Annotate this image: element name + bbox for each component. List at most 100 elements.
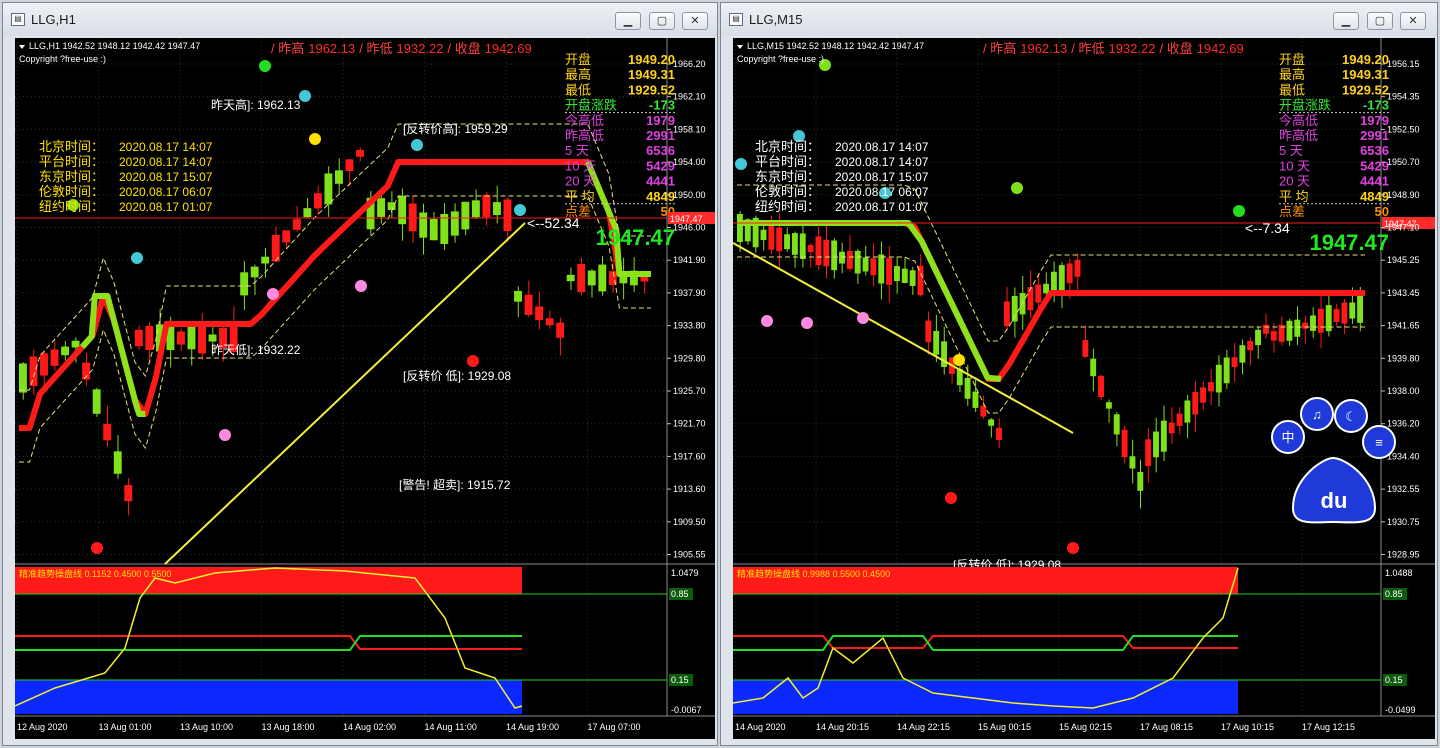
stat-label: 今高低 xyxy=(565,113,604,128)
signal-dot xyxy=(91,542,103,554)
time-value: 2020.08.17 06:07 xyxy=(835,185,929,199)
chart-canvas[interactable]: LLG,H1 1942.52 1948.12 1942.42 1947.47 Co… xyxy=(15,38,715,739)
chart-window-m15[interactable]: ▤ LLG,M15 ▁ ▢ ✕ LLG,M15 1942.52 1948.12 … xyxy=(720,2,1438,746)
paw-glyph: ☾ xyxy=(1345,409,1357,424)
candle-body xyxy=(482,194,491,218)
stat-label: 平 均 xyxy=(565,189,595,204)
candle-body xyxy=(450,211,459,236)
signal-dot xyxy=(514,204,526,216)
minimize-button[interactable]: ▁ xyxy=(615,12,641,30)
signal-dot xyxy=(411,139,423,151)
candle-body xyxy=(737,214,743,242)
candle-body xyxy=(40,353,48,376)
stat-value: 4441 xyxy=(1360,174,1389,189)
candle-body xyxy=(776,227,783,252)
stat-label: 最高 xyxy=(1279,67,1305,82)
candle-body xyxy=(972,391,979,408)
candle-body xyxy=(134,329,143,347)
candle-body xyxy=(862,257,869,272)
signal-dot xyxy=(131,252,143,264)
title-bar[interactable]: ▤ LLG,M15 ▁ ▢ ✕ xyxy=(721,3,1437,36)
candle-body xyxy=(886,257,893,285)
y-tick-label: 1925.70 xyxy=(673,386,706,396)
candle-body xyxy=(878,254,885,284)
signal-dot xyxy=(735,158,747,170)
x-tick-label: 14 Aug 02:00 xyxy=(343,722,396,732)
maximize-button[interactable]: ▢ xyxy=(1367,12,1393,30)
indicator-signal-red xyxy=(15,635,522,650)
signal-dot xyxy=(467,355,479,367)
candle-body xyxy=(791,233,798,255)
stat-label: 开盘 xyxy=(565,52,591,67)
stat-label: 5 天 xyxy=(1279,143,1303,158)
candle-body xyxy=(1153,431,1159,458)
dropdown-arrow-icon xyxy=(737,45,743,49)
candle-body xyxy=(313,193,322,209)
time-label: 平台时间： xyxy=(755,154,820,169)
window-title: LLG,M15 xyxy=(749,12,803,27)
candle-body xyxy=(261,256,270,264)
candle-body xyxy=(1247,341,1254,351)
chart-canvas[interactable]: LLG,M15 1942.52 1948.12 1942.42 1947.47 C… xyxy=(733,38,1435,739)
candle-body xyxy=(823,239,830,267)
candle-body xyxy=(988,419,995,426)
stat-value: 1949.20 xyxy=(1342,52,1389,67)
candle-body xyxy=(335,170,343,184)
candle-body xyxy=(1349,302,1356,319)
stat-value: 2991 xyxy=(1360,128,1389,143)
time-value: 2020.08.17 01:07 xyxy=(835,200,929,214)
candle-body xyxy=(815,236,822,266)
candle-body xyxy=(933,330,940,355)
ind-tick-label: 1.0479 xyxy=(671,568,699,578)
stat-value: 2991 xyxy=(646,128,675,143)
chart-svg[interactable]: LLG,H1 1942.52 1948.12 1942.42 1947.47 Co… xyxy=(15,38,715,739)
price-diff: <--7.34 xyxy=(1245,220,1290,236)
signal-dot xyxy=(857,312,869,324)
previous-day-prev-high_label: / 昨高 xyxy=(983,41,1016,56)
y-tick-label: 1929.80 xyxy=(673,353,706,363)
y-tick-label: 1962.10 xyxy=(673,92,706,102)
candle-body xyxy=(61,346,70,356)
time-value: 2020.08.17 14:07 xyxy=(119,155,213,169)
minimize-button[interactable]: ▁ xyxy=(1333,12,1359,30)
y-tick-label: 1943.45 xyxy=(1387,288,1420,298)
candle-body xyxy=(1058,265,1065,292)
close-button[interactable]: ✕ xyxy=(1400,12,1426,30)
x-tick-label: 17 Aug 07:00 xyxy=(588,722,641,732)
candle-body xyxy=(870,258,877,276)
time-label: 伦敦时间： xyxy=(755,184,820,199)
candle-body xyxy=(1255,329,1261,346)
previous-day-info: / 昨高 1962.13 / 昨低 1932.22 / 收盘 1942.69 xyxy=(983,41,1244,56)
x-tick-label: 15 Aug 02:15 xyxy=(1059,722,1112,732)
signal-dot xyxy=(259,60,271,72)
y-tick-label: 1948.90 xyxy=(1387,190,1420,200)
time-label: 北京时间： xyxy=(39,139,104,154)
candle-body xyxy=(398,195,407,225)
candle-body xyxy=(187,326,196,350)
candle-body xyxy=(103,423,112,441)
signal-dot xyxy=(267,288,279,300)
y-tick-label: 1930.75 xyxy=(1387,517,1420,527)
chart-window-h1[interactable]: ▤ LLG,H1 ▁ ▢ ✕ LLG,H1 1942.52 1948.12 19… xyxy=(2,2,718,746)
close-button[interactable]: ✕ xyxy=(682,12,708,30)
y-tick-label: 1941.65 xyxy=(1387,321,1420,331)
candle-body xyxy=(545,318,554,326)
previous-day-prev-low_label: / 昨低 xyxy=(359,41,392,56)
price-annotation: 昨天高]: 1962.13 xyxy=(211,97,301,112)
price-annotation: [反转价 低]: 1929.08 xyxy=(403,368,511,383)
previous-day-prev-high: 1962.13 xyxy=(1020,41,1067,56)
candle-body xyxy=(577,263,586,293)
maximize-button[interactable]: ▢ xyxy=(649,12,675,30)
indicator-label: 精准趋势操盘线 0.1152 0.4500 0.5500 xyxy=(19,568,171,579)
candle-body xyxy=(996,427,1002,440)
candle-body xyxy=(1176,413,1183,426)
candle-body xyxy=(514,290,522,302)
candle-body xyxy=(292,219,301,230)
candle-body xyxy=(1066,263,1073,284)
chart-svg[interactable]: LLG,M15 1942.52 1948.12 1942.42 1947.47 C… xyxy=(733,38,1435,739)
title-bar[interactable]: ▤ LLG,H1 ▁ ▢ ✕ xyxy=(3,3,717,36)
stat-value: 1929.52 xyxy=(1342,82,1389,97)
candle-body xyxy=(566,274,575,282)
candle-body xyxy=(598,264,607,292)
candle-body xyxy=(145,325,154,351)
